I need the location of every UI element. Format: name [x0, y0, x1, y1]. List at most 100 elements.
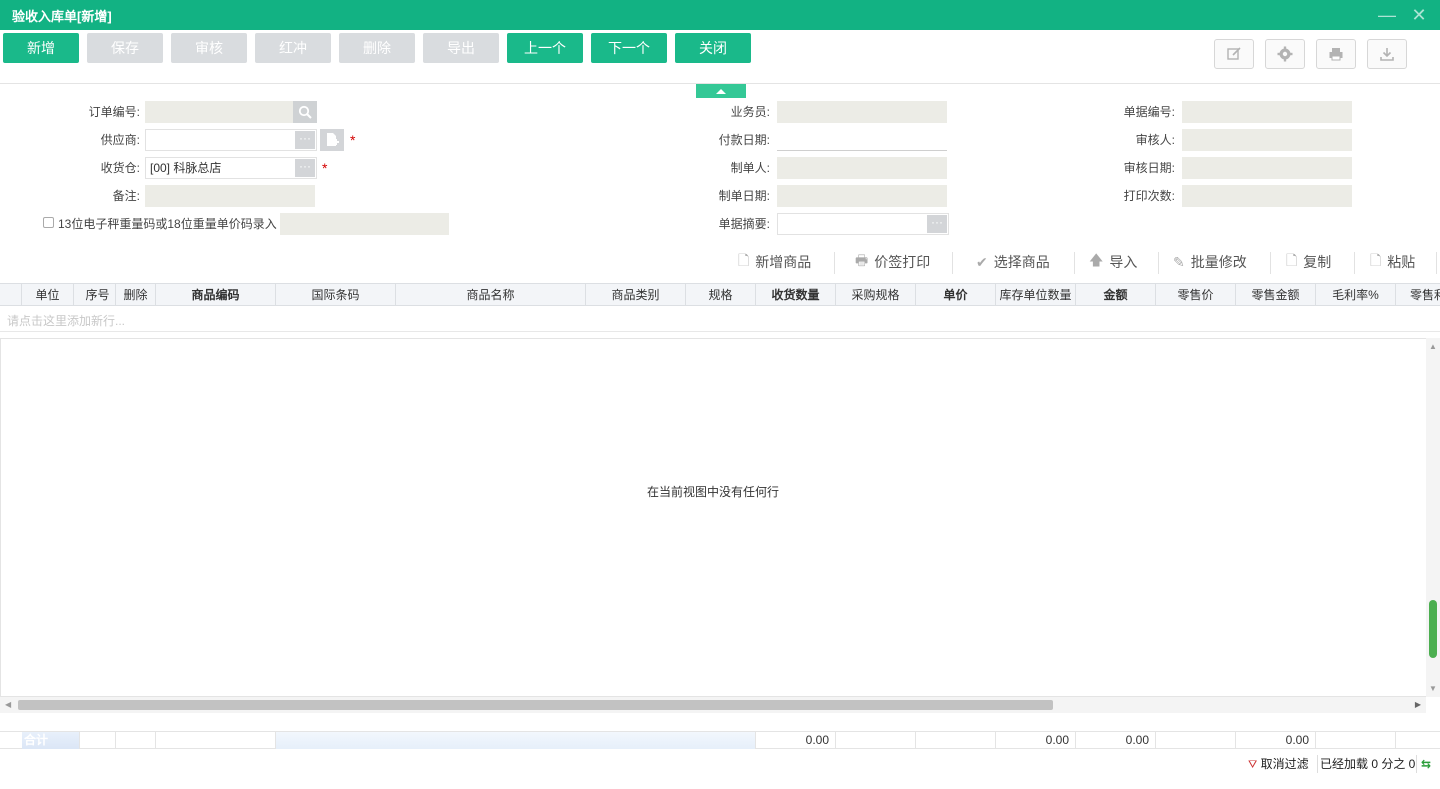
window-title: 验收入库单[新增] — [12, 8, 112, 24]
horizontal-scroll-thumb[interactable] — [18, 700, 1053, 710]
column-header[interactable]: 零售金额 — [1236, 284, 1316, 306]
column-header[interactable]: 商品名称 — [396, 284, 586, 306]
auditor-field[interactable] — [1182, 129, 1352, 151]
add-row-hint[interactable]: 请点击这里添加新行... — [0, 311, 1440, 332]
salesman-field[interactable] — [777, 101, 947, 123]
audit-button[interactable]: 审核 — [171, 33, 247, 63]
minimize-icon[interactable]: — — [1378, 6, 1396, 24]
column-header[interactable]: 单价 — [916, 284, 996, 306]
arrow-up-icon: 🡅 — [1089, 252, 1104, 268]
divider — [1270, 252, 1271, 274]
weight-code-checkbox[interactable] — [43, 217, 54, 228]
column-header[interactable]: 毛利率% — [1316, 284, 1396, 306]
column-header[interactable]: 零售价 — [1156, 284, 1236, 306]
paste-button[interactable]: 🗋 粘贴 — [1370, 250, 1415, 274]
export-button[interactable]: 导出 — [423, 33, 499, 63]
column-header[interactable]: 采购规格 — [836, 284, 916, 306]
grid-corner — [0, 284, 22, 306]
column-header[interactable]: 单位 — [22, 284, 74, 306]
doc-no-field[interactable] — [1182, 101, 1352, 123]
add-supplier-icon[interactable] — [320, 129, 344, 151]
new-button[interactable]: 新增 — [3, 33, 79, 63]
remark-field[interactable] — [145, 185, 315, 207]
grid-header: 单位 序号 删除 商品编码 国际条码 商品名称 商品类别 规格 收货数量 采购规… — [0, 283, 1440, 306]
divider — [1074, 252, 1075, 274]
previous-button[interactable]: 上一个 — [507, 33, 583, 63]
vertical-scrollbar[interactable]: ▲ ▼ — [1426, 338, 1440, 697]
copy-label: 复制 — [1303, 254, 1332, 270]
column-header[interactable]: 金额 — [1076, 284, 1156, 306]
add-item-button[interactable]: 🗋 新增商品 — [738, 250, 811, 274]
copy-button[interactable]: 🗋 复制 — [1286, 250, 1331, 274]
supplier-label: 供应商: — [100, 133, 140, 147]
horizontal-scrollbar[interactable]: ◀ ▶ — [0, 697, 1426, 713]
refresh-icon[interactable]: ⇆ — [1416, 755, 1431, 773]
column-header[interactable]: 收货数量 — [756, 284, 836, 306]
copy-icon: 🗋 — [1286, 252, 1298, 268]
doc-no-label: 单据编号: — [1123, 105, 1175, 119]
make-date-field[interactable] — [777, 185, 947, 207]
totals-cell — [1316, 732, 1396, 749]
print-tag-label: 价签打印 — [874, 254, 931, 270]
scroll-down-icon[interactable]: ▼ — [1429, 684, 1437, 693]
batch-edit-button[interactable]: ✎ 批量修改 — [1173, 250, 1247, 274]
search-icon[interactable] — [293, 101, 317, 123]
divider — [834, 252, 835, 274]
select-item-button[interactable]: ✔ 选择商品 — [976, 250, 1050, 274]
pay-date-field[interactable] — [777, 129, 947, 151]
column-header[interactable]: 规格 — [686, 284, 756, 306]
main-toolbar: 新增 保存 审核 红冲 删除 导出 上一个 下一个 关闭 — [0, 30, 1440, 84]
totals-row: 合计 0.00 0.00 0.00 0.00 — [0, 731, 1440, 749]
weight-code-input[interactable] — [280, 213, 449, 235]
audit-date-label: 审核日期: — [1123, 161, 1175, 175]
order-no-field[interactable] — [145, 101, 295, 123]
column-header[interactable]: 商品编码 — [156, 284, 276, 306]
supplier-field[interactable]: ··· — [145, 129, 317, 151]
totals-cell — [80, 732, 116, 749]
scroll-up-icon[interactable]: ▲ — [1429, 342, 1437, 351]
print-count-field[interactable] — [1182, 185, 1352, 207]
summary-label: 单据摘要: — [718, 217, 770, 231]
totals-stock-qty: 0.00 — [996, 732, 1076, 749]
ellipsis-icon[interactable]: ··· — [295, 159, 315, 177]
close-button[interactable]: 关闭 — [675, 33, 751, 63]
warehouse-field[interactable]: [00] 科脉总店 ··· — [145, 157, 317, 179]
import-button[interactable]: 🡅 导入 — [1089, 250, 1137, 274]
ellipsis-icon[interactable]: ··· — [295, 131, 315, 149]
column-header[interactable]: 零售利 — [1396, 284, 1440, 306]
maker-field[interactable] — [777, 157, 947, 179]
scroll-left-icon[interactable]: ◀ — [5, 700, 11, 709]
totals-amount: 0.00 — [1076, 732, 1156, 749]
cancel-filter-button[interactable]: ⛛ 取消过滤 — [1248, 755, 1309, 773]
totals-cell — [836, 732, 916, 749]
column-header[interactable]: 序号 — [80, 284, 116, 306]
status-bar: ⛛ 取消过滤 已经加载 0 分之 0 ⇆ — [0, 752, 1440, 774]
print-tag-button[interactable]: 🖶 价签打印 — [855, 250, 930, 274]
red-reverse-button[interactable]: 红冲 — [255, 33, 331, 63]
column-header[interactable]: 删除 — [116, 284, 156, 306]
download-icon[interactable] — [1367, 39, 1407, 69]
column-header[interactable]: 商品类别 — [586, 284, 686, 306]
column-header[interactable]: 国际条码 — [276, 284, 396, 306]
required-mark: * — [350, 132, 356, 148]
maker-label: 制单人: — [730, 161, 770, 175]
summary-field[interactable]: ··· — [777, 213, 949, 235]
printer-icon[interactable] — [1316, 39, 1356, 69]
audit-date-field[interactable] — [1182, 157, 1352, 179]
new-file-icon: 🗋 — [738, 252, 750, 268]
ellipsis-icon[interactable]: ··· — [927, 215, 947, 233]
warehouse-value: [00] 科脉总店 — [150, 161, 222, 175]
delete-button[interactable]: 删除 — [339, 33, 415, 63]
remark-label: 备注: — [112, 189, 140, 203]
save-button[interactable]: 保存 — [87, 33, 163, 63]
divider — [1354, 252, 1355, 274]
vertical-scroll-thumb[interactable] — [1429, 600, 1437, 658]
close-icon[interactable]: ✕ — [1410, 6, 1428, 24]
check-icon: ✔ — [976, 253, 988, 270]
edit-icon[interactable] — [1214, 39, 1254, 69]
gear-icon[interactable] — [1265, 39, 1305, 69]
scroll-right-icon[interactable]: ▶ — [1415, 700, 1421, 709]
column-header[interactable]: 库存单位数量 — [996, 284, 1076, 306]
next-button[interactable]: 下一个 — [591, 33, 667, 63]
collapse-form-toggle[interactable] — [696, 84, 746, 98]
